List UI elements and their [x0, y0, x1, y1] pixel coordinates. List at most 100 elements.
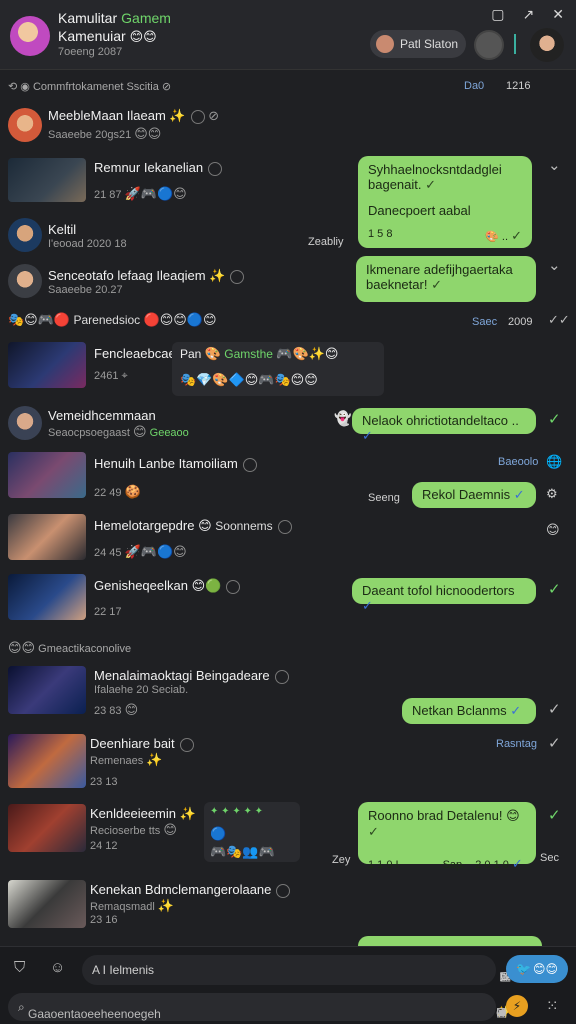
emoji-icon: ✨	[169, 108, 186, 123]
list-item[interactable]: Vemeidhcemmaan Seaocpsoegaast 😊 Geeaoo 👻…	[0, 404, 576, 448]
item-title: Fencleaebcae	[94, 346, 176, 361]
verified-icon	[226, 579, 241, 594]
message-bubble[interactable]: Nelaok ohrictiotandeltaco .. ✓	[352, 408, 536, 443]
emoji-icon: 🎨	[204, 346, 221, 361]
list-item[interactable]: Henuih Lanbe Itamoiliam 22 49 🍪 Baeoolo …	[0, 450, 576, 512]
emoji-icon: ✨	[146, 752, 163, 767]
thumbnail	[8, 804, 86, 852]
panel-header: ✦ ✦ ✦ ✦ ✦	[210, 806, 264, 817]
emoji-picker-icon[interactable]: ☺	[50, 959, 65, 976]
grid-icon[interactable]: ⁙	[546, 997, 559, 1015]
list-item[interactable]: Kenekan Bdmclemangerolaane Remaqsmadl ✨ …	[0, 878, 576, 938]
emoji-icon: 😊😊	[532, 962, 558, 976]
gif-button[interactable]: ⚡	[506, 995, 528, 1017]
avatar[interactable]	[474, 30, 504, 60]
chevron-down-icon[interactable]: ⌄	[548, 156, 561, 174]
check-icon[interactable]: ✓	[496, 1005, 506, 1019]
verified-icon	[274, 669, 289, 684]
item-title: 🎭😊🎮🔴 Parenedsioc 🔴😊😊🔵😊	[8, 312, 217, 327]
emoji-icon: 😊	[546, 522, 560, 537]
window-controls: ▢ ↗ ✕	[491, 6, 564, 23]
settings-icon[interactable]: ⚙	[546, 486, 558, 502]
panel-title: Pan 🎨 Gamsthe 🎮🎨✨😊	[180, 346, 339, 361]
message-bubble[interactable]	[358, 936, 542, 946]
user-avatar[interactable]	[530, 28, 564, 62]
chat-subtitle: Kamenuiar 😊😊	[58, 28, 157, 44]
check-icon: ✓	[548, 411, 561, 428]
thumbnail	[8, 734, 86, 788]
side-label: Saec	[472, 316, 498, 328]
check-icon: ✓	[362, 598, 373, 613]
list-item[interactable]: Hemelotargepdre 😊 Soonnems 24 45 🚀🎮🔵😊 😊	[0, 512, 576, 572]
list-item[interactable]: Deenhiare bait Remenaes ✨ 23 13 Rasntag …	[0, 732, 576, 794]
list-item[interactable]: Fencleaebcae 2461 ⌖ Pan 🎨 Gamsthe 🎮🎨✨😊 🎭…	[0, 340, 576, 400]
message-bubble[interactable]: Daeant tofol hicnoodertors ✓	[352, 578, 536, 613]
verified-icon	[208, 161, 223, 176]
reaction-panel[interactable]: Pan 🎨 Gamsthe 🎮🎨✨😊 🎭💎🎨🔷😊🎮🎭😊😊	[172, 342, 384, 396]
list-item[interactable]: MeebleMaan Ilaeam ✨ ⊘ Saaeebe 20gs21 😊😊	[0, 106, 576, 150]
list-item[interactable]: Menalaimaoktagi Beingadeare Ifalaehe 20 …	[0, 664, 576, 724]
search-input[interactable]: ⌕ Gaaoentaoeeheenoegeh ✨ ▣ ◎ ⊡ ✓	[8, 993, 511, 1021]
item-subtitle: 21 87 🚀🎮🔵😊	[94, 186, 187, 201]
close-icon[interactable]: ✕	[552, 6, 564, 23]
message-input-placeholder: A I Ielmenis	[92, 963, 155, 977]
minimize-icon[interactable]: ▢	[491, 6, 504, 23]
emoji-icon: ✨	[179, 806, 196, 821]
message-list[interactable]: ⟲ ◉ Commfrtokamenet Sscitia ⊘ Da0 1216 M…	[0, 70, 576, 946]
item-subtitle: Ifalaehe 20 Seciab.	[94, 684, 189, 696]
message-bubble[interactable]: Rekol Daemnis ✓	[412, 482, 536, 508]
item-title: Vemeidhcemmaan	[48, 408, 156, 423]
list-item[interactable]: Genisheqeelkan 😊🟢 22 17 Daeant tofol hic…	[0, 572, 576, 632]
emoji-icon: 😊	[506, 808, 520, 823]
list-item[interactable]: Keltil I'eooad 2020 18	[0, 216, 576, 256]
item-subtitle: Remaqsmadl ✨	[90, 898, 175, 913]
chat-meta: 7oeeng 2087	[58, 46, 123, 58]
send-button[interactable]: 🐦 😊😊	[506, 955, 568, 983]
thumbnail	[8, 880, 86, 928]
message-bubble[interactable]: Roonno brad Detalenu! 😊 ✓ 1 1 0 I Sap. 2 0…	[358, 802, 536, 871]
message-bubble[interactable]: Ikmenare adefijhgaertaka baeknetar! ✓	[356, 256, 536, 302]
avatar	[8, 264, 42, 298]
sender-label: Seeng	[368, 492, 400, 504]
chat-title: Kamulitar Gamem	[58, 10, 171, 26]
composer: ⛉ ☺ A I Ielmenis ⊙ ▷ ▦ 🐦 😊😊 ⌕ Gaaoentaoee…	[0, 946, 576, 1024]
bolt-icon: ⚡	[512, 999, 522, 1013]
list-item[interactable]: 🎭😊🎮🔴 Parenedsioc 🔴😊😊🔵😊 Saec 2009 ✓✓	[0, 310, 576, 334]
chat-header: Kamulitar Gamem Kamenuiar 😊😊 7oeeng 2087 …	[0, 0, 576, 70]
section-header: 😊😊 Gmeactikaconolive	[0, 636, 576, 658]
verified-icon	[179, 737, 194, 752]
verified-icon	[190, 109, 205, 124]
attach-icon[interactable]: ⛉	[14, 959, 25, 976]
item-title: Deenhiare bait	[90, 736, 194, 752]
participant-chip[interactable]: Patl Slaton	[370, 30, 466, 58]
item-subtitle: 22 17	[94, 606, 122, 618]
chevron-down-icon[interactable]: ⌄	[548, 256, 561, 274]
emoji-icon: 😊	[163, 822, 177, 837]
item-subtitle: Saaeebe 20.27	[48, 284, 123, 296]
reaction-panel[interactable]: ✦ ✦ ✦ ✦ ✦ 🔵 🎮🎭👥🎮	[204, 802, 300, 862]
emoji-icon: 🎮🎨✨😊	[276, 346, 339, 361]
emoji-icon: 😊🟢	[191, 578, 222, 593]
emoji-row[interactable]: 🔵	[210, 826, 226, 842]
item-time: 23 13	[90, 776, 118, 788]
check-icon: ✓	[548, 581, 561, 598]
emoji-row[interactable]: 🎮🎭👥🎮	[210, 844, 275, 860]
check-icon: ✓	[425, 177, 437, 192]
avatar	[376, 35, 394, 53]
item-title: Keltil	[48, 222, 77, 237]
message-bubble[interactable]: Netkan Bclanms ✓	[402, 698, 536, 724]
expand-icon[interactable]: ↗	[523, 6, 535, 23]
message-input[interactable]: A I Ielmenis ⊙ ▷ ▦	[82, 955, 511, 985]
group-avatar[interactable]	[10, 16, 50, 56]
sender-label: Zey	[332, 854, 351, 866]
check-icon: ✓	[510, 703, 522, 718]
emoji-icon: 🚀🎮🔵😊	[124, 544, 187, 559]
thumbnail	[8, 342, 86, 388]
emoji-icon: 🎭💎🎨🔷😊🎮🎭😊😊	[180, 372, 318, 387]
emoji-row[interactable]: 🎭💎🎨🔷😊🎮🎭😊😊	[180, 372, 318, 388]
list-item[interactable]: Senceotafo lefaag Ileaqiem ✨ Saaeebe 20.…	[0, 256, 576, 310]
list-item[interactable]: Kenldeeieemin ✨ Recioserbe tts 😊 24 12 ✦…	[0, 802, 576, 872]
message-time: 1 1 0 I Sap. 2 0 1 0 ✓	[368, 856, 523, 871]
emoji-icon: 🎮🎭👥🎮	[210, 844, 275, 859]
chat-title-accent: Gamem	[121, 10, 171, 26]
